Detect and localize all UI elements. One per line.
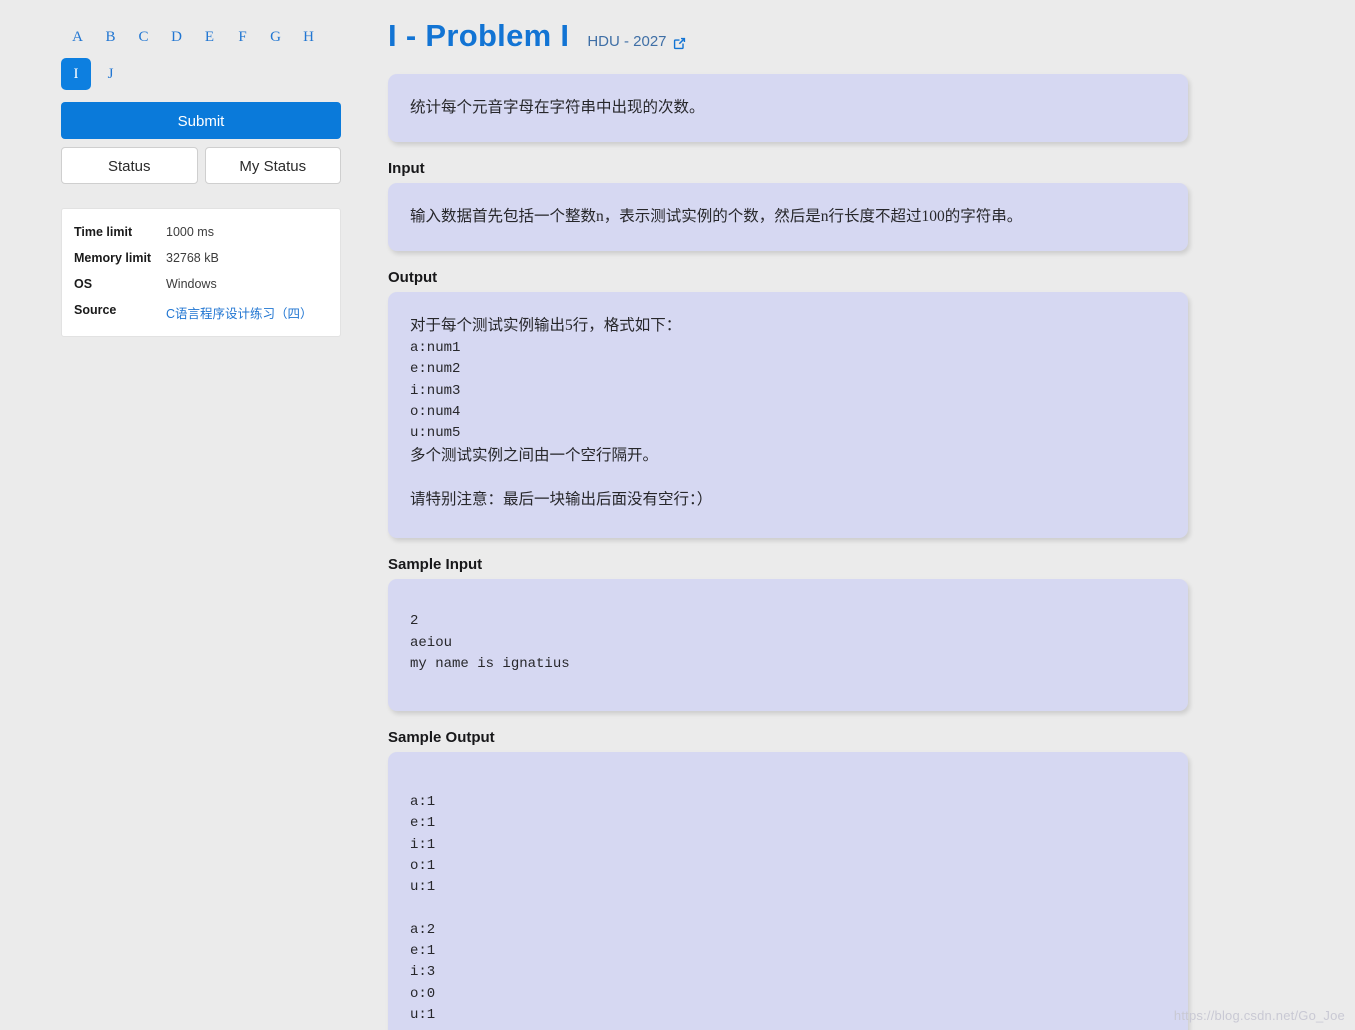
info-key-source: Source [74, 303, 117, 317]
sidebar: A B C D E F G H I J Submit Status My Sta… [61, 22, 341, 337]
problem-page: A B C D E F G H I J Submit Status My Sta… [0, 0, 1355, 1030]
problem-letter-nav-row2: I J [61, 58, 341, 90]
output-line-1: 对于每个测试实例输出5行，格式如下： [410, 317, 682, 335]
problem-letter-g[interactable]: G [259, 22, 292, 52]
problem-letter-a[interactable]: A [61, 22, 94, 52]
input-text: 输入数据首先包括一个整数n，表示测试实例的个数，然后是n行长度不超过100的字符… [410, 208, 1023, 226]
info-value-time-limit: 1000 ms [166, 225, 214, 239]
watermark: https://blog.csdn.net/Go_Joe [1173, 1008, 1345, 1023]
sample-input-heading: Sample Input [388, 556, 483, 574]
info-row-source: Source C语言程序设计练习（四） [62, 297, 340, 328]
problem-letter-b[interactable]: B [94, 22, 127, 52]
description-panel: 统计每个元音字母在字符串中出现的次数。 [388, 74, 1188, 143]
sample-output-heading: Sample Output [388, 729, 495, 747]
info-value-os: Windows [166, 277, 217, 291]
sample-input-panel: 2 aeiou my name is ignatius [388, 579, 1188, 712]
page-title: I - Problem I [388, 18, 570, 53]
problem-letter-d[interactable]: D [160, 22, 193, 52]
problem-letter-i[interactable]: I [61, 58, 91, 90]
output-heading: Output [388, 269, 438, 287]
problem-letter-c[interactable]: C [127, 22, 160, 52]
description-text: 统计每个元音字母在字符串中出现的次数。 [410, 99, 705, 116]
sample-output-text: a:1 e:1 i:1 o:1 u:1 a:2 e:1 i:3 o:0 u:1 [410, 794, 436, 1023]
problem-info-card: Time limit 1000 ms Memory limit 32768 kB… [61, 208, 341, 337]
input-heading: Input [388, 160, 425, 178]
info-value-source: C语言程序设计练习（四） [166, 303, 313, 322]
output-panel: 对于每个测试实例输出5行，格式如下： a:num1 e:num2 i:num3 … [388, 292, 1188, 539]
external-link-icon [672, 36, 687, 51]
output-line-2: 多个测试实例之间由一个空行隔开。 [410, 447, 659, 465]
my-status-button[interactable]: My Status [204, 147, 341, 184]
info-row-os: OS Windows [62, 271, 340, 297]
problem-header: I - Problem I HDU - 2027 [388, 18, 1193, 54]
info-value-memory-limit: 32768 kB [166, 251, 219, 265]
output-note: 请特别注意：最后一块输出后面没有空行：） [410, 491, 713, 509]
source-link[interactable]: C语言程序设计练习（四） [166, 307, 313, 321]
info-key-os: OS [74, 277, 93, 291]
status-button-row: Status My Status [61, 147, 341, 184]
submit-button[interactable]: Submit [61, 102, 341, 139]
problem-letter-nav: A B C D E F G H [61, 22, 341, 52]
problem-letter-h[interactable]: H [292, 22, 325, 52]
problem-source-link[interactable]: HDU - 2027 [587, 33, 686, 50]
input-panel: 输入数据首先包括一个整数n，表示测试实例的个数，然后是n行长度不超过100的字符… [388, 183, 1188, 252]
sample-output-panel: a:1 e:1 i:1 o:1 u:1 a:2 e:1 i:3 o:0 u:1 [388, 752, 1188, 1030]
problem-letter-f[interactable]: F [226, 22, 259, 52]
sample-input-text: 2 aeiou my name is ignatius [410, 613, 570, 672]
problem-main: I - Problem I HDU - 2027 统计每个元音字母在字符串中出现… [388, 18, 1193, 1030]
output-format-block: a:num1 e:num2 i:num3 o:num4 u:num5 [410, 340, 461, 442]
info-row-time-limit: Time limit 1000 ms [62, 219, 340, 245]
info-key-memory-limit: Memory limit [74, 251, 152, 265]
problem-letter-j[interactable]: J [94, 59, 127, 89]
info-row-memory-limit: Memory limit 32768 kB [62, 245, 340, 271]
info-key-time-limit: Time limit [74, 225, 133, 239]
problem-source-label: HDU - 2027 [587, 33, 667, 50]
status-button[interactable]: Status [61, 147, 198, 184]
problem-letter-e[interactable]: E [193, 22, 226, 52]
